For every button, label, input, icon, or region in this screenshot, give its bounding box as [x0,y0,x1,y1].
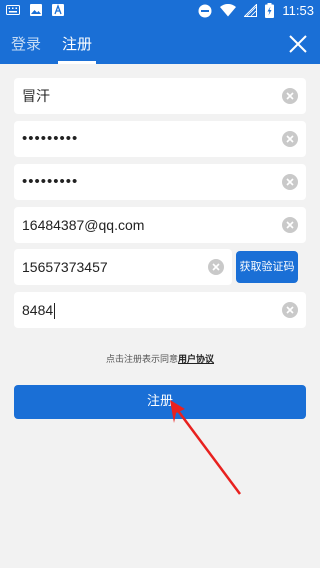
phone-field[interactable]: 15657373457 [14,249,232,285]
register-button[interactable]: 注册 [14,385,306,419]
close-icon[interactable] [284,30,312,58]
image-icon [30,4,42,16]
battery-charging-icon [265,3,275,18]
app-bar: 登录 注册 [0,24,320,64]
wifi-icon [220,4,237,17]
clear-icon[interactable] [208,259,224,275]
username-value: 冒汗 [22,88,50,104]
email-value: 16484387@qq.com [22,217,145,233]
keyboard-icon [6,5,20,15]
status-left-icons [6,4,64,16]
password-field[interactable]: ••••••••• [14,121,306,157]
clear-icon[interactable] [282,174,298,190]
confirm-password-field[interactable]: ••••••••• [14,164,306,200]
text-a-icon [52,4,64,16]
clear-icon[interactable] [282,88,298,104]
clear-icon[interactable] [282,302,298,318]
clear-icon[interactable] [282,131,298,147]
confirm-password-value: ••••••••• [22,173,79,190]
agreement-notice: 点击注册表示同意用户协议 [0,352,320,365]
password-value: ••••••••• [22,130,79,147]
status-bar: 11:53 [0,0,320,24]
email-field[interactable]: 16484387@qq.com [14,207,306,243]
do-not-disturb-icon [198,4,212,17]
tab-login[interactable]: 登录 [11,24,41,64]
text-cursor [54,303,56,320]
status-time: 11:53 [282,3,314,18]
get-code-button[interactable]: 获取验证码 [236,251,298,283]
tab-register[interactable]: 注册 [58,24,96,64]
signal-icon [244,4,258,17]
verification-code-value: 8484 [22,292,56,328]
user-agreement-link[interactable]: 用户协议 [178,355,214,365]
agreement-text: 点击注册表示同意 [105,355,178,365]
code-text: 8484 [22,302,54,318]
clear-icon[interactable] [282,217,298,233]
username-field[interactable]: 冒汗 [14,78,306,114]
status-right-icons: 11:53 [198,3,314,18]
active-tab-indicator [58,61,96,64]
verification-code-field[interactable]: 8484 [14,292,306,328]
phone-value: 15657373457 [22,259,108,275]
